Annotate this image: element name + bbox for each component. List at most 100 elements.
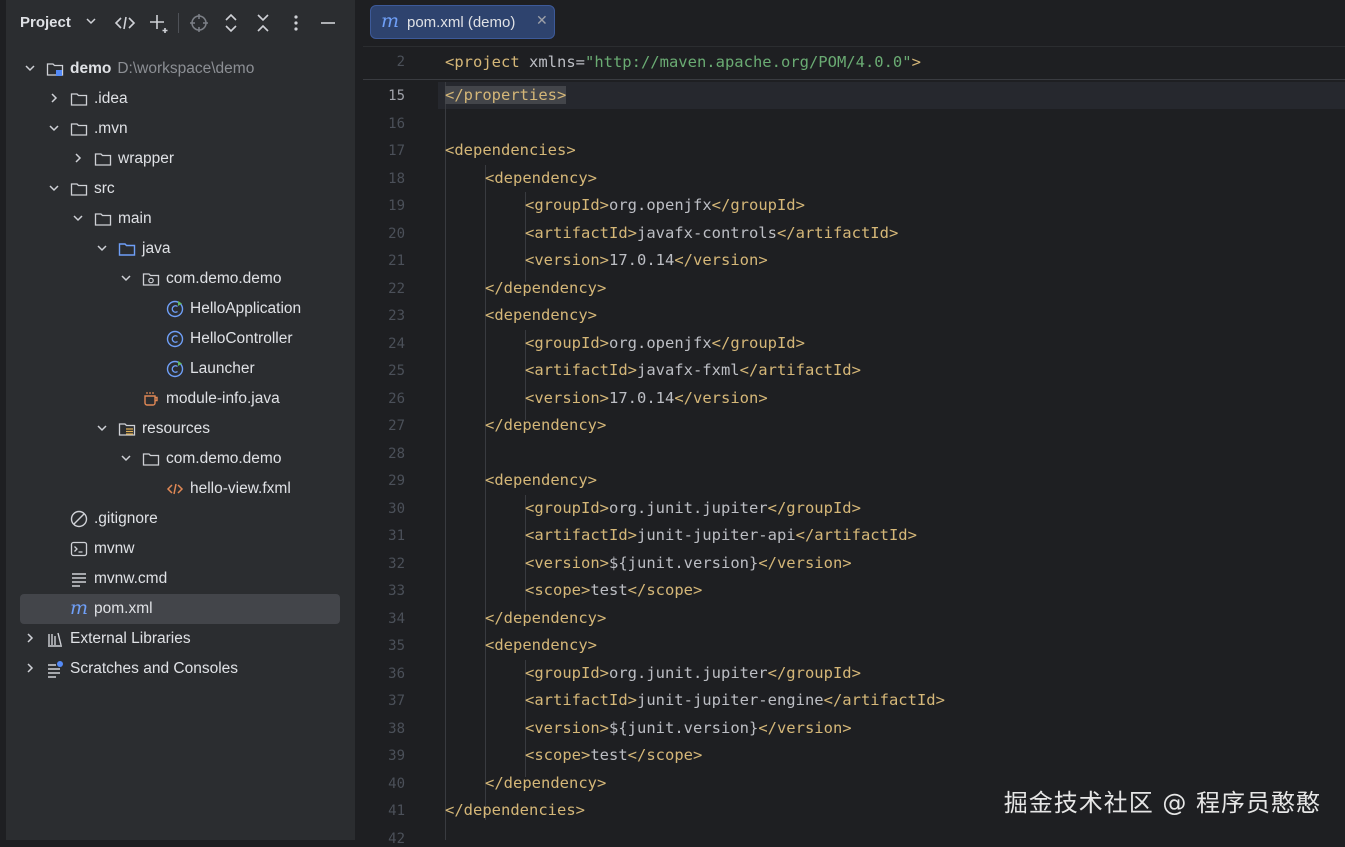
locate-icon[interactable] <box>188 12 210 34</box>
xml-tag: <groupId> <box>525 333 609 352</box>
xml-tag: <groupId> <box>525 663 609 682</box>
chevron-right-icon[interactable] <box>24 662 36 674</box>
tree-item-label: src <box>94 180 115 197</box>
tree-item-mvnw-cmd[interactable]: mvnw.cmd <box>20 564 340 594</box>
code-line: <dependency> <box>485 471 597 489</box>
maven-icon: m <box>381 10 400 32</box>
chevron-down-icon[interactable] <box>96 422 108 434</box>
chevron-right-icon[interactable] <box>48 92 60 104</box>
class-icon <box>166 330 184 348</box>
code-line: </dependency> <box>485 609 606 627</box>
line-number: 27 <box>388 418 405 434</box>
tab-pom-xml[interactable]: m pom.xml (demo) ✕ <box>370 5 555 39</box>
xml-text: ${junit.version} <box>609 718 759 737</box>
tree-item-label: mvnw <box>94 540 135 557</box>
code-line: <groupId>org.junit.jupiter</groupId> <box>525 499 861 517</box>
chevron-right-icon[interactable] <box>72 152 84 164</box>
code-line: <version>${junit.version}</version> <box>525 554 852 572</box>
code-line: <artifactId>junit-jupiter-api</artifactI… <box>525 526 917 544</box>
line-number: 33 <box>388 583 405 599</box>
tree-item-module-info[interactable]: module-info.java <box>20 384 340 414</box>
indent-guide <box>485 165 486 820</box>
tree-item-helloapplication[interactable]: HelloApplication <box>20 294 340 324</box>
tree-item-label: HelloApplication <box>190 300 302 317</box>
line-number: 20 <box>388 225 405 242</box>
code-scope-icon[interactable] <box>114 12 136 34</box>
xml-attribute-value: "http://maven.apache.org/POM/4.0.0" <box>584 53 912 71</box>
xml-tag: <version> <box>525 388 609 407</box>
chevron-down-icon[interactable] <box>96 242 108 254</box>
sticky-scroll-line[interactable]: 2 <project xmlns="http://maven.apache.or… <box>363 49 1345 80</box>
tree-item-gitignore[interactable]: .gitignore <box>20 504 340 534</box>
panel-splitter[interactable] <box>355 0 363 840</box>
code-line: <artifactId>junit-jupiter-engine</artifa… <box>525 691 945 709</box>
code-line: <dependency> <box>485 169 597 187</box>
project-toolbar: Project <box>6 0 355 46</box>
tree-item-label: com.demo.demo <box>166 450 282 467</box>
code-line: <version>17.0.14</version> <box>525 389 768 407</box>
add-icon[interactable] <box>147 12 169 34</box>
line-number: 21 <box>388 253 405 269</box>
tree-item-wrapper[interactable]: wrapper <box>20 144 340 174</box>
chevron-right-icon[interactable] <box>24 632 36 644</box>
expand-all-icon[interactable] <box>220 12 242 34</box>
tree-item-java[interactable]: java <box>20 234 340 264</box>
xml-text: org.junit.jupiter <box>609 663 768 682</box>
chevron-down-icon[interactable] <box>48 182 60 194</box>
line-number: 31 <box>388 528 405 544</box>
xml-tag: </version> <box>674 388 768 407</box>
chevron-down-icon[interactable] <box>48 122 60 134</box>
code-line: <dependency> <box>485 306 597 324</box>
line-number: 39 <box>388 748 405 764</box>
tree-item-label: resources <box>142 420 211 437</box>
xml-text: org.junit.jupiter <box>609 498 768 517</box>
tree-item-package[interactable]: com.demo.demo <box>20 264 340 294</box>
xml-tag: </dependency> <box>485 278 607 297</box>
xml-tag: </groupId> <box>711 196 805 214</box>
chevron-down-icon[interactable] <box>120 272 132 284</box>
more-options-icon[interactable] <box>285 12 307 34</box>
xml-tag: </version> <box>758 553 852 572</box>
xml-tag: <artifactId> <box>525 361 637 379</box>
tree-item-label: pom.xml <box>94 600 153 617</box>
xml-file-icon <box>166 483 184 495</box>
hide-panel-icon[interactable] <box>317 12 339 34</box>
tree-item-hello-view[interactable]: hello-view.fxml <box>20 474 340 504</box>
tree-item-label: main <box>118 210 152 227</box>
tree-item-demo[interactable]: demo D:\workspace\demo <box>20 54 340 84</box>
tree-item-main[interactable]: main <box>20 204 340 234</box>
code-line: <scope>test</scope> <box>525 581 702 599</box>
project-view-selector[interactable]: Project <box>20 14 71 31</box>
tree-item-idea[interactable]: .idea <box>20 84 340 114</box>
line-number: 32 <box>388 555 405 572</box>
chevron-down-icon[interactable] <box>84 14 98 28</box>
tree-item-resources[interactable]: resources <box>20 414 340 444</box>
line-number: 19 <box>388 198 405 214</box>
tree-item-pom-xml[interactable]: m pom.xml <box>20 594 340 624</box>
xml-tag: </properties> <box>445 86 567 104</box>
tree-item-hellocontroller[interactable]: HelloController <box>20 324 340 354</box>
tree-item-launcher[interactable]: Launcher <box>20 354 340 384</box>
chevron-down-icon[interactable] <box>120 452 132 464</box>
chevron-down-icon[interactable] <box>24 62 36 74</box>
chevron-down-icon[interactable] <box>72 212 84 224</box>
xml-tag: </dependency> <box>485 773 607 792</box>
code-line: </dependency> <box>485 416 606 434</box>
tree-item-external-libraries[interactable]: External Libraries <box>20 624 340 654</box>
close-icon[interactable]: ✕ <box>536 13 548 29</box>
xml-tag: </version> <box>674 251 768 269</box>
runnable-class-icon <box>166 360 184 378</box>
tree-item-label: HelloController <box>190 330 293 347</box>
tree-item-resource-package[interactable]: com.demo.demo <box>20 444 340 474</box>
collapse-all-icon[interactable] <box>252 12 274 34</box>
tree-item-mvnw[interactable]: mvnw <box>20 534 340 564</box>
tree-item-label: Launcher <box>190 360 255 377</box>
tree-item-scratches[interactable]: Scratches and Consoles <box>20 654 340 684</box>
tree-item-mvn[interactable]: .mvn <box>20 114 340 144</box>
folder-icon <box>70 183 88 196</box>
tree-item-src[interactable]: src <box>20 174 340 204</box>
code-line: <groupId>org.openjfx</groupId> <box>525 196 805 214</box>
xml-attribute: xmlns= <box>519 53 585 71</box>
editor: m pom.xml (demo) ✕ 2 <project xmlns="htt… <box>363 0 1345 847</box>
tree-item-label: mvnw.cmd <box>94 570 168 587</box>
